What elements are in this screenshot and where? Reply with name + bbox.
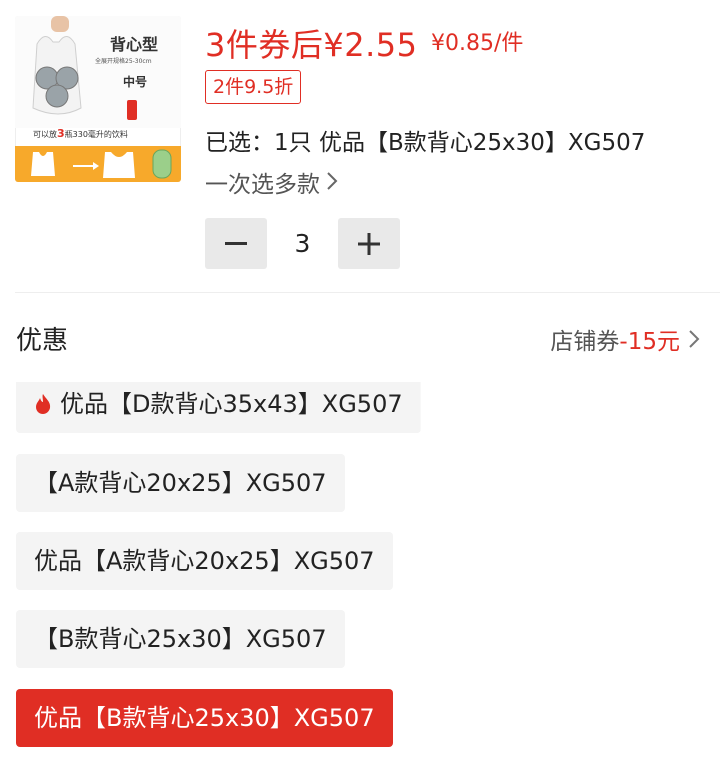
variant-option-label: 优品【A款背心20x25】XG507	[34, 547, 375, 575]
variant-option-premium-a-20x25[interactable]: 优品【A款背心20x25】XG507	[16, 532, 393, 590]
promotion-coupon-link[interactable]: 店铺券 -15元	[550, 322, 700, 356]
fire-icon	[36, 394, 51, 414]
multi-select-label: 一次选多款	[205, 172, 320, 198]
discount-tag: 2件9.5折	[205, 70, 302, 104]
chevron-right-icon	[689, 330, 700, 348]
variant-option-premium-b-25x30[interactable]: 优品【B款背心25x30】XG507	[16, 689, 393, 747]
variant-option-a-20x25[interactable]: 【A款背心20x25】XG507	[16, 454, 345, 512]
chevron-right-icon	[327, 172, 338, 190]
minus-icon	[225, 241, 247, 245]
variant-option-b-25x30[interactable]: 【B款背心25x30】XG507	[16, 610, 345, 668]
quantity-increase-button[interactable]	[338, 218, 400, 269]
product-image-note: 可以放3瓶330毫升的饮料	[33, 127, 128, 140]
promotion-coupon-amount: -15元	[619, 329, 680, 355]
promotion-label: 优惠	[16, 326, 69, 356]
variant-option-label: 【B款背心25x30】XG507	[34, 625, 327, 653]
variant-option-label: 优品【D款背心35x43】XG507	[60, 390, 403, 418]
promotion-coupon-prefix: 店铺券	[550, 329, 620, 355]
variant-option-d-35x43[interactable]: 优品【D款背心35x43】XG507	[16, 382, 421, 433]
variant-option-label: 【A款背心20x25】XG507	[34, 469, 327, 497]
section-divider	[15, 292, 720, 293]
quantity-value[interactable]: 3	[267, 218, 338, 269]
selected-variant-text: 已选：1只 优品【B款背心25x30】XG507	[205, 130, 646, 156]
plus-icon	[358, 232, 380, 255]
unit-price: ¥0.85/件	[431, 31, 524, 56]
variant-option-label: 优品【B款背心25x30】XG507	[34, 704, 375, 732]
coupon-price: 3件券后¥2.55	[205, 26, 418, 64]
product-image[interactable]: 背心型 全展开规格25-30cm 中号 可以放3瓶330毫升的饮料	[15, 16, 181, 182]
quantity-decrease-button[interactable]	[205, 218, 267, 269]
multi-select-link[interactable]: 一次选多款	[205, 165, 338, 199]
product-image-subtitle: 全展开规格25-30cm	[95, 58, 152, 65]
product-image-title: 背心型	[110, 35, 159, 54]
product-image-size: 中号	[123, 75, 148, 89]
